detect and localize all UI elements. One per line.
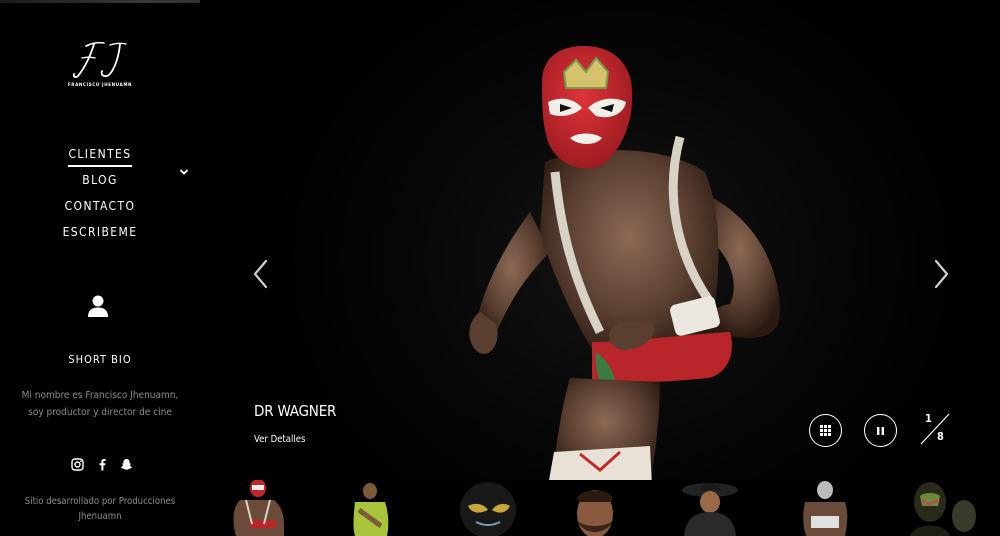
bio-title: SHORT BIO xyxy=(68,353,132,366)
brand-name: FRANCISCO JHENUAMN xyxy=(67,83,133,88)
pause-button[interactable] xyxy=(864,414,897,447)
social-links xyxy=(71,455,133,471)
bio-text: Mi nombre es Francisco Jhenuamn, soy pro… xyxy=(21,390,179,418)
hero-slider: DR WAGNER Ver Detalles 1 8 xyxy=(200,0,1000,480)
counter-divider xyxy=(920,413,950,445)
thumbnail-strip xyxy=(200,480,1000,536)
thumbnail-3[interactable] xyxy=(430,480,540,536)
monogram-logo xyxy=(72,41,127,78)
slide-image-wrestler xyxy=(469,46,780,480)
slide-title: DR WAGNER xyxy=(254,402,337,420)
chevron-left-icon[interactable] xyxy=(250,258,272,290)
instagram-icon[interactable] xyxy=(71,456,84,471)
sidebar: FRANCISCO JHENUAMN CLIENTES BLOG CONTACT… xyxy=(0,0,200,536)
thumbnail-2[interactable] xyxy=(315,480,425,536)
nav-item-escribeme[interactable]: ESCRIBEME xyxy=(0,222,200,248)
thumbnail-1[interactable] xyxy=(200,480,310,536)
snapchat-icon[interactable] xyxy=(120,456,133,470)
nav-item-contacto[interactable]: CONTACTO xyxy=(0,196,200,222)
facebook-icon[interactable] xyxy=(96,456,109,470)
nav-item-label: BLOG xyxy=(82,173,118,187)
current-slide: 1 xyxy=(925,412,932,425)
total-slides: 8 xyxy=(937,430,944,443)
main-nav: CLIENTES BLOG CONTACTO ESCRIBEME xyxy=(0,144,200,248)
brand-logo[interactable]: FRANCISCO JHENUAMN xyxy=(64,40,136,92)
thumbnail-5[interactable] xyxy=(660,480,770,536)
thumbnail-7[interactable] xyxy=(890,480,1000,536)
chevron-down-icon[interactable] xyxy=(178,166,190,178)
nav-item-label: CLIENTES xyxy=(68,144,132,167)
pause-icon xyxy=(877,426,884,435)
nav-item-clientes[interactable]: CLIENTES xyxy=(0,144,200,170)
chevron-right-icon[interactable] xyxy=(930,258,952,290)
site-credits: Sitio desarrollado por Producciones Jhen… xyxy=(24,496,176,522)
view-details-link[interactable]: Ver Detalles xyxy=(254,434,306,445)
nav-item-label: CONTACTO xyxy=(64,199,136,213)
user-icon xyxy=(88,295,108,317)
grid-view-button[interactable] xyxy=(809,414,842,447)
thumbnail-6[interactable] xyxy=(775,480,885,536)
nav-item-label: ESCRIBEME xyxy=(62,225,138,239)
grid-icon xyxy=(820,425,831,436)
thumbnail-4[interactable] xyxy=(545,480,655,536)
nav-item-blog[interactable]: BLOG xyxy=(0,170,200,196)
slide-counter: 1 8 xyxy=(917,410,953,448)
